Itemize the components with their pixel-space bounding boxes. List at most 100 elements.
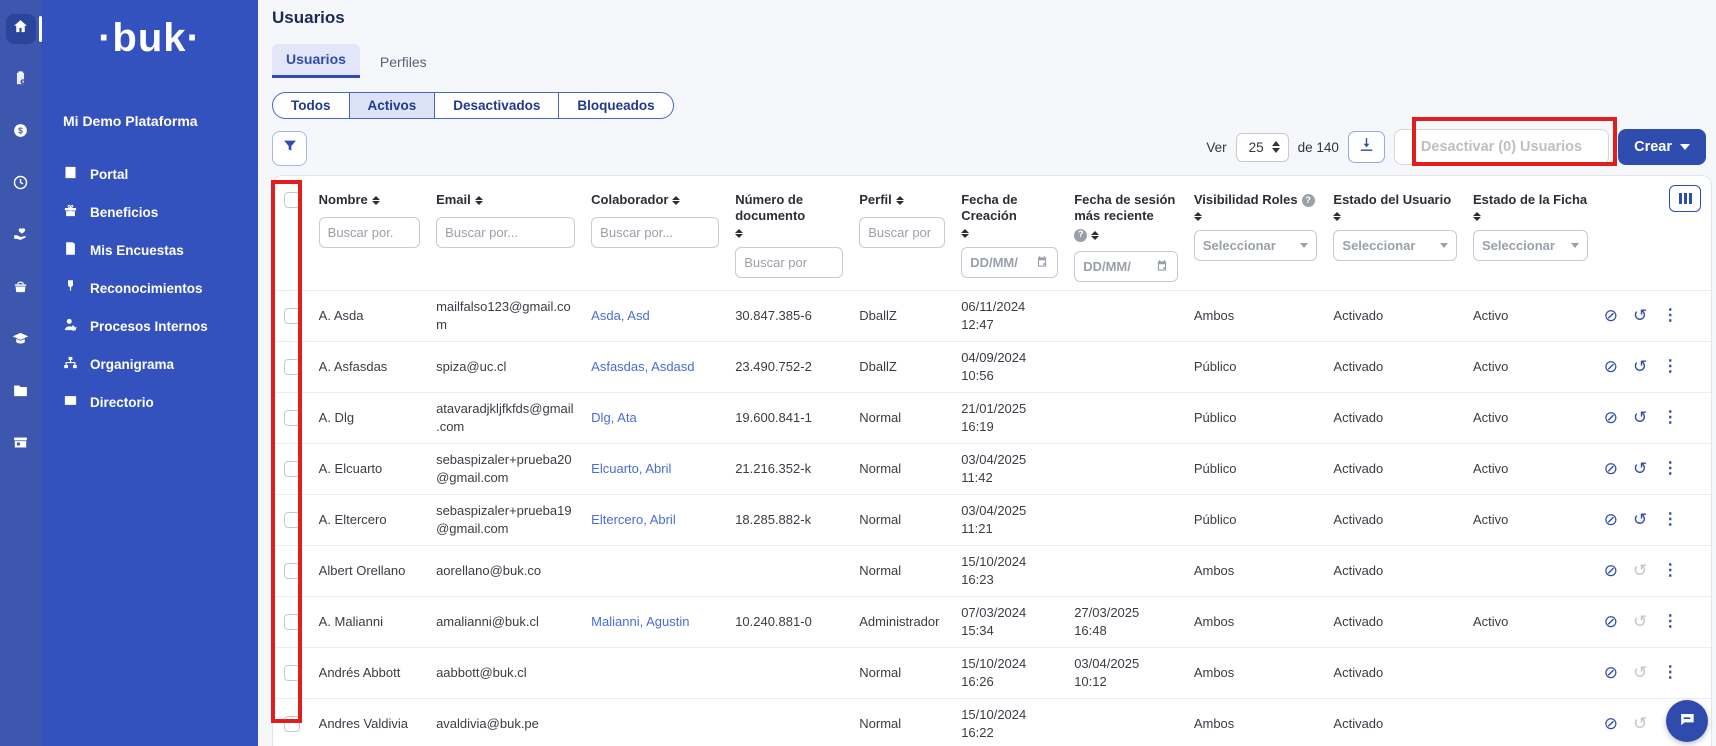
tab-usuarios[interactable]: Usuarios <box>272 44 360 78</box>
sort-icon[interactable] <box>961 229 969 238</box>
reset-icon[interactable]: ↺ <box>1633 562 1647 579</box>
info-icon[interactable]: ? <box>1302 194 1315 207</box>
sort-icon[interactable] <box>1194 212 1202 221</box>
page-size-select[interactable]: 25 <box>1236 133 1289 162</box>
kebab-menu-icon[interactable]: ⋮ <box>1662 359 1678 375</box>
column-header-estado-ficha[interactable]: Estado de la Ficha <box>1473 192 1587 208</box>
column-header-estado-usuario[interactable]: Estado del Usuario <box>1333 192 1451 208</box>
sidebar-item-portal[interactable]: Portal <box>41 155 258 193</box>
fecha-sesion-date-input[interactable]: DD/MM/ <box>1074 251 1178 282</box>
block-user-icon[interactable]: ⊘ <box>1604 562 1618 579</box>
sort-icon[interactable] <box>735 229 743 238</box>
block-user-icon[interactable]: ⊘ <box>1604 409 1618 426</box>
email-filter-input[interactable] <box>436 217 575 248</box>
colaborador-link[interactable]: Asda, Asd <box>591 308 650 323</box>
rail-money-button[interactable]: $ <box>6 118 36 148</box>
row-checkbox[interactable] <box>284 308 300 324</box>
colaborador-filter-input[interactable] <box>591 217 719 248</box>
sort-icon[interactable] <box>475 196 483 205</box>
rail-time-button[interactable] <box>6 170 36 200</box>
column-header-numero-documento[interactable]: Número de documento <box>735 192 843 225</box>
download-button[interactable] <box>1348 131 1385 163</box>
sidebar-item-mis-encuestas[interactable]: Mis Encuestas <box>41 231 258 269</box>
kebab-menu-icon[interactable]: ⋮ <box>1662 665 1678 681</box>
block-user-icon[interactable]: ⊘ <box>1604 715 1618 732</box>
segment-todos[interactable]: Todos <box>273 93 350 118</box>
column-header-fecha-sesion[interactable]: Fecha de sesión más reciente <box>1074 192 1178 225</box>
sidebar-item-directorio[interactable]: Directorio <box>41 383 258 421</box>
reset-icon[interactable]: ↺ <box>1633 715 1647 732</box>
desactivar-usuarios-button[interactable]: Desactivar (0) Usuarios <box>1394 129 1609 165</box>
sort-icon[interactable] <box>1091 231 1099 240</box>
estado-ficha-select[interactable]: Seleccionar <box>1473 230 1588 261</box>
perfil-filter-input[interactable] <box>859 217 945 248</box>
info-icon[interactable]: ? <box>1074 229 1087 242</box>
filter-button[interactable] <box>272 131 307 166</box>
colaborador-link[interactable]: Elcuarto, Abril <box>591 461 671 476</box>
block-user-icon[interactable]: ⊘ <box>1604 358 1618 375</box>
reset-icon[interactable]: ↺ <box>1633 307 1647 324</box>
colaborador-link[interactable]: Eltercero, Abril <box>591 512 676 527</box>
sort-icon[interactable] <box>896 196 904 205</box>
kebab-menu-icon[interactable]: ⋮ <box>1662 512 1678 528</box>
column-header-email[interactable]: Email <box>436 192 471 208</box>
row-checkbox[interactable] <box>284 716 300 732</box>
sidebar-item-beneficios[interactable]: Beneficios <box>41 193 258 231</box>
rail-home-button[interactable] <box>6 14 36 44</box>
reset-icon[interactable]: ↺ <box>1633 613 1647 630</box>
rail-tasks-button[interactable] <box>6 66 36 96</box>
reset-icon[interactable]: ↺ <box>1633 664 1647 681</box>
colaborador-link[interactable]: Malianni, Agustin <box>591 614 689 629</box>
sidebar-item-organigrama[interactable]: Organigrama <box>41 345 258 383</box>
column-header-visibilidad-roles[interactable]: Visibilidad Roles <box>1194 192 1298 208</box>
sort-icon[interactable] <box>672 196 680 205</box>
reset-icon[interactable]: ↺ <box>1633 511 1647 528</box>
block-user-icon[interactable]: ⊘ <box>1604 511 1618 528</box>
row-checkbox[interactable] <box>284 359 300 375</box>
estado-usuario-select[interactable]: Seleccionar <box>1333 230 1457 261</box>
visibilidad-select[interactable]: Seleccionar <box>1194 230 1318 261</box>
row-checkbox[interactable] <box>284 410 300 426</box>
row-checkbox[interactable] <box>284 512 300 528</box>
column-settings-button[interactable] <box>1669 185 1701 212</box>
row-checkbox[interactable] <box>284 461 300 477</box>
reset-icon[interactable]: ↺ <box>1633 358 1647 375</box>
sort-icon[interactable] <box>1473 212 1481 221</box>
rail-education-button[interactable] <box>6 326 36 356</box>
numero-filter-input[interactable] <box>735 247 843 278</box>
kebab-menu-icon[interactable]: ⋮ <box>1662 461 1678 477</box>
segment-activos[interactable]: Activos <box>350 93 436 118</box>
kebab-menu-icon[interactable]: ⋮ <box>1662 308 1678 324</box>
block-user-icon[interactable]: ⊘ <box>1604 307 1618 324</box>
rail-folder-button[interactable] <box>6 378 36 408</box>
segment-bloqueados[interactable]: Bloqueados <box>559 93 672 118</box>
segment-desactivados[interactable]: Desactivados <box>435 93 559 118</box>
sidebar-item-procesos-internos[interactable]: Procesos Internos <box>41 307 258 345</box>
chat-widget-button[interactable] <box>1666 700 1708 742</box>
nombre-filter-input[interactable] <box>319 217 420 248</box>
column-header-fecha-creacion[interactable]: Fecha de Creación <box>961 192 1058 225</box>
row-checkbox[interactable] <box>284 563 300 579</box>
reset-icon[interactable]: ↺ <box>1633 460 1647 477</box>
sidebar-item-reconocimientos[interactable]: Reconocimientos <box>41 269 258 307</box>
column-header-nombre[interactable]: Nombre <box>319 192 368 208</box>
tab-perfiles[interactable]: Perfiles <box>366 47 441 78</box>
block-user-icon[interactable]: ⊘ <box>1604 664 1618 681</box>
row-checkbox[interactable] <box>284 665 300 681</box>
colaborador-link[interactable]: Dlg, Ata <box>591 410 637 425</box>
colaborador-link[interactable]: Asfasdas, Asdasd <box>591 359 694 374</box>
column-header-colaborador[interactable]: Colaborador <box>591 192 668 208</box>
rail-recognition-button[interactable] <box>6 222 36 252</box>
column-header-perfil[interactable]: Perfil <box>859 192 892 208</box>
fecha-creacion-date-input[interactable]: DD/MM/ <box>961 247 1058 278</box>
rail-store-button[interactable] <box>6 430 36 460</box>
sort-icon[interactable] <box>372 196 380 205</box>
kebab-menu-icon[interactable]: ⋮ <box>1662 410 1678 426</box>
row-checkbox[interactable] <box>284 614 300 630</box>
kebab-menu-icon[interactable]: ⋮ <box>1662 614 1678 630</box>
reset-icon[interactable]: ↺ <box>1633 409 1647 426</box>
block-user-icon[interactable]: ⊘ <box>1604 460 1618 477</box>
block-user-icon[interactable]: ⊘ <box>1604 613 1618 630</box>
select-all-checkbox[interactable] <box>284 192 300 208</box>
kebab-menu-icon[interactable]: ⋮ <box>1662 563 1678 579</box>
